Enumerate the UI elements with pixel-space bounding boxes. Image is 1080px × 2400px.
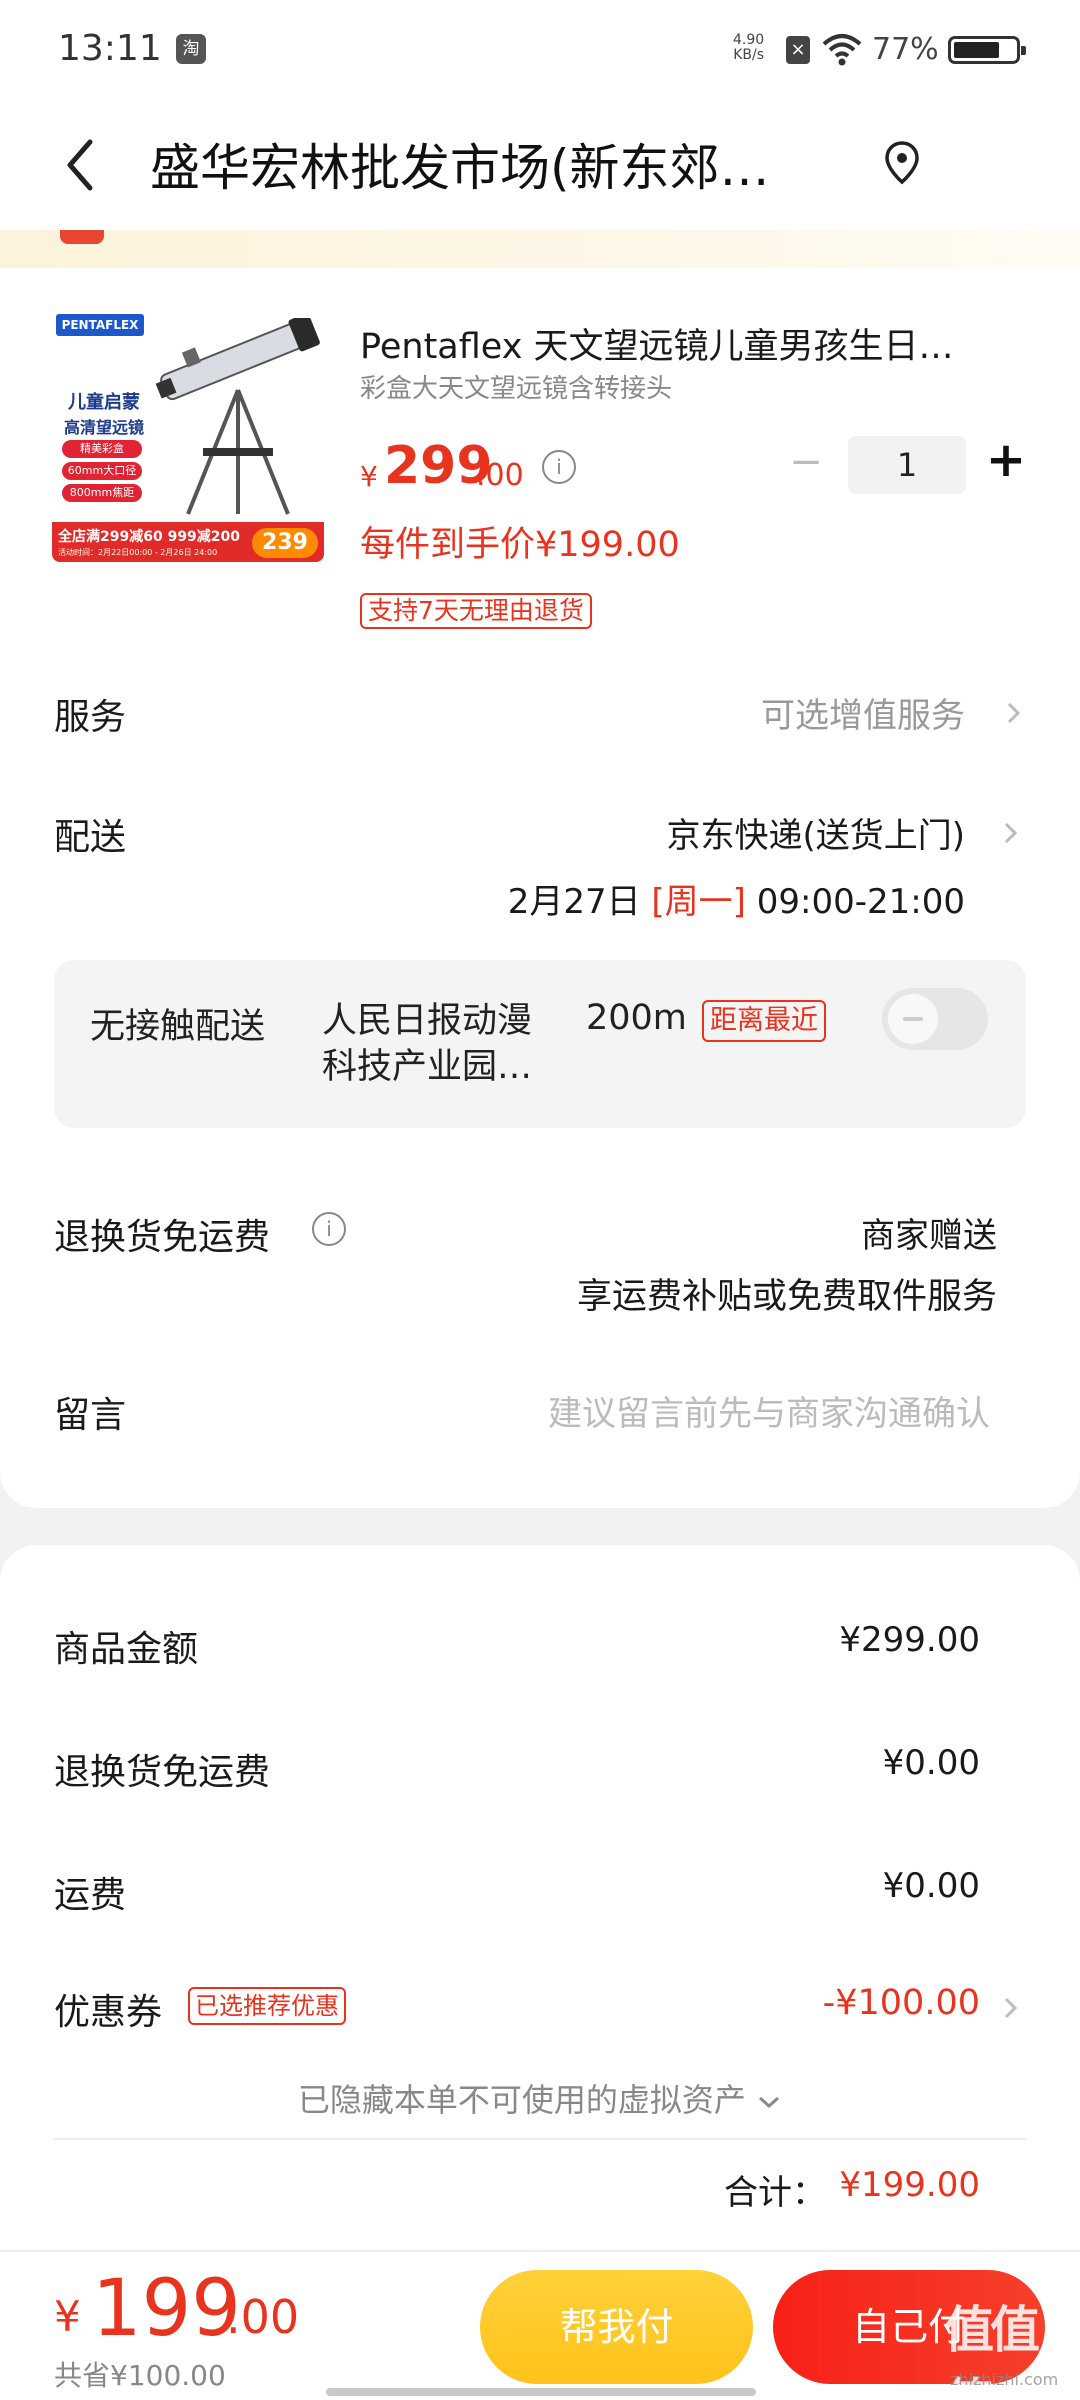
coupon-value[interactable]: -¥100.00: [823, 1983, 980, 2023]
back-arrow-icon[interactable]: [58, 130, 102, 200]
contactless-address: 人民日报动漫科技产业园…: [322, 1001, 533, 1087]
pay-currency: ¥: [54, 2292, 81, 2341]
contactless-distance: 200m: [586, 998, 687, 1038]
taobao-notification-icon: 淘: [176, 34, 206, 64]
delivery-time-window: 09:00-21:00: [756, 882, 965, 922]
service-chevron-icon[interactable]: [1003, 696, 1025, 730]
product-title[interactable]: Pentaflex 天文望远镜儿童男孩生日…: [360, 318, 1020, 369]
product-image-title-1: 儿童启蒙: [68, 392, 140, 413]
price-info-icon[interactable]: i: [542, 450, 576, 484]
chevron-down-icon: [759, 2096, 780, 2109]
pay-amount-decimal: .00: [226, 2290, 300, 2344]
return-fee-label: 退换货免运费: [54, 1217, 271, 1258]
hidden-assets-toggle[interactable]: 已隐藏本单不可使用的虚拟资产: [0, 2075, 1080, 2121]
summary-item-value: ¥0.00: [882, 1743, 980, 1783]
store-address-title[interactable]: 盛华宏林批发市场(新东郊…: [150, 128, 850, 200]
product-image[interactable]: PENTAFLEX 儿童启蒙 高清望远镜 精美彩盒 60mm大口径 800mm焦…: [52, 310, 324, 582]
saved-amount: 共省¥100.00: [54, 2359, 226, 2392]
product-image-banner: 全店满299减60 999减200 活动时间：2月22日00:00 - 2月26…: [52, 522, 324, 562]
product-image-title-2: 高清望远镜: [63, 418, 144, 437]
hidden-assets-text: 已隐藏本单不可使用的虚拟资产: [297, 2081, 746, 2119]
delivery-weekday: [周一]: [651, 882, 746, 922]
return-fee-info-icon[interactable]: i: [312, 1212, 346, 1246]
divider: [54, 2138, 1026, 2140]
contactless-toggle[interactable]: [882, 988, 988, 1050]
product-image-banner-text: 全店满299减60 999减200: [58, 529, 241, 545]
total-label: 合计：: [724, 2173, 826, 2213]
product-image-brand: PENTAFLEX: [56, 314, 144, 336]
watermark-url: zhizhizhi.com: [950, 2370, 1059, 2389]
service-label: 服务: [54, 697, 127, 738]
product-image-banner-sub: 活动时间：2月22日00:00 - 2月26日 24:00: [58, 548, 218, 557]
sim-off-icon: ×: [786, 36, 810, 64]
return-policy-badge: 支持7天无理由退货: [360, 593, 592, 629]
return-fee-line1: 商家赠送: [861, 1216, 997, 1256]
summary-item-value: ¥0.00: [882, 1866, 980, 1906]
coupon-chevron-icon[interactable]: [1000, 1991, 1022, 2025]
promo-strip: [0, 230, 1080, 270]
product-subtitle: 彩盒大天文望远镜含转接头: [360, 374, 673, 404]
battery-percent: 77%: [872, 32, 939, 67]
product-image-price: 239: [252, 528, 318, 558]
product-image-tag: 60mm大口径: [62, 462, 142, 480]
summary-item-label: 运费: [54, 1875, 127, 1916]
contactless-label: 无接触配送: [90, 1007, 266, 1047]
status-time: 13:11: [58, 28, 162, 69]
product-image-tag: 800mm焦距: [62, 484, 142, 502]
network-speed-unit: KB/s: [733, 47, 764, 63]
quantity-plus-button[interactable]: +: [982, 436, 1030, 486]
delivery-time[interactable]: 2月27日 [周一] 09:00-21:00: [508, 874, 965, 923]
delivery-date: 2月27日: [507, 882, 641, 922]
network-speed: 4.90 KB/s: [733, 33, 764, 63]
delivery-method[interactable]: 京东快递(送货上门): [666, 808, 965, 857]
price-currency: ¥: [360, 460, 378, 493]
quantity-minus-button[interactable]: −: [786, 442, 826, 484]
help-me-pay-button[interactable]: 帮我付: [480, 2270, 753, 2384]
note-label: 留言: [54, 1395, 127, 1436]
coupon-label: 优惠券: [54, 1992, 163, 2033]
final-price-per-item: 每件到手价¥199.00: [360, 525, 680, 565]
summary-item-value: ¥299.00: [839, 1620, 980, 1660]
product-image-tag: 精美彩盒: [62, 440, 142, 458]
return-fee-line2: 享运费补贴或免费取件服务: [576, 1277, 997, 1317]
network-speed-value: 4.90: [733, 32, 765, 48]
order-card: PENTAFLEX 儿童启蒙 高清望远镜 精美彩盒 60mm大口径 800mm焦…: [0, 268, 1080, 1508]
quantity-input[interactable]: 1: [848, 436, 966, 494]
summary-item-label: 商品金额: [54, 1629, 199, 1670]
status-bar: 13:11 淘 4.90 KB/s × 77%: [0, 0, 1080, 100]
contactless-delivery-panel: 无接触配送 人民日报动漫科技产业园… 200m 距离最近: [54, 960, 1026, 1128]
nav-bar: 盛华宏林批发市场(新东郊…: [0, 100, 1080, 230]
delivery-label: 配送: [54, 817, 127, 858]
location-pin-icon[interactable]: [882, 140, 922, 186]
total-value: ¥199.00: [839, 2165, 980, 2205]
nearest-badge: 距离最近: [702, 1000, 826, 1042]
price-decimal: .00: [476, 458, 524, 493]
home-indicator[interactable]: [326, 2388, 756, 2396]
promo-ribbon: [60, 230, 104, 244]
coupon-badge: 已选推荐优惠: [188, 1987, 346, 2025]
summary-item-label: 退换货免运费: [54, 1752, 271, 1793]
pay-amount-integer: 199: [92, 2264, 241, 2354]
battery-icon: [948, 36, 1026, 64]
delivery-chevron-icon[interactable]: [1000, 816, 1022, 850]
checkout-bar: ¥ 199 .00 共省¥100.00 帮我付 自己付: [0, 2250, 1080, 2400]
service-value[interactable]: 可选增值服务: [761, 688, 965, 737]
telescope-illustration: [155, 318, 320, 515]
wifi-icon: [822, 34, 862, 66]
note-input[interactable]: 建议留言前先与商家沟通确认: [548, 1386, 990, 1435]
